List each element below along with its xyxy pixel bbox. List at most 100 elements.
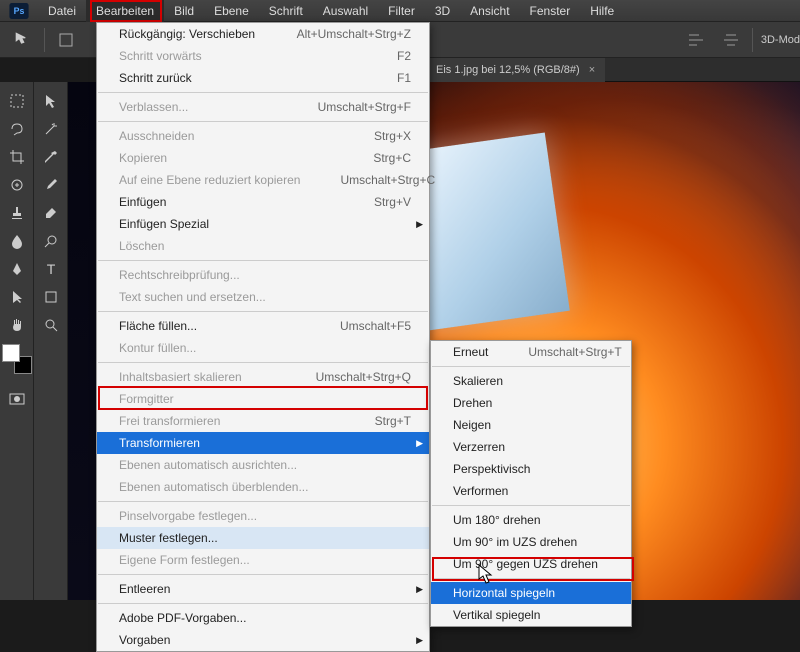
dodge-tool-icon[interactable] (37, 228, 65, 254)
menu-auswahl[interactable]: Auswahl (313, 0, 378, 22)
submenu-arrow-icon: ▶ (416, 580, 423, 598)
menu-item-label: Ebenen automatisch ausrichten... (119, 456, 297, 474)
transform-submenu: ErneutUmschalt+Strg+T Skalieren Drehen Neig… (430, 340, 632, 627)
menu-item[interactable]: Perspektivisch (431, 458, 631, 480)
menu-separator (432, 505, 630, 506)
menu-item-label: Löschen (119, 237, 164, 255)
tab-label: Eis 1.jpg bei 12,5% (RGB/8#) (436, 64, 580, 76)
svg-text:T: T (46, 261, 55, 277)
menu-item[interactable]: Horizontal spiegeln (431, 582, 631, 604)
menu-item: Ausschneiden Strg+X (97, 125, 429, 147)
eraser-tool-icon[interactable] (37, 200, 65, 226)
menu-item: Text suchen und ersetzen... (97, 286, 429, 308)
menu-item-label: Vorgaben (119, 631, 170, 649)
menu-item-label: Rückgängig: Verschieben (119, 25, 255, 43)
menu-item: Verblassen...Umschalt+Strg+F (97, 96, 429, 118)
menu-ansicht[interactable]: Ansicht (460, 0, 519, 22)
menu-hilfe[interactable]: Hilfe (580, 0, 624, 22)
divider (752, 28, 753, 52)
type-tool-icon[interactable]: T (37, 256, 65, 282)
stamp-tool-icon[interactable] (3, 200, 31, 226)
menu-item[interactable]: Einfügen Spezial▶ (97, 213, 429, 235)
shape-tool-icon[interactable] (37, 284, 65, 310)
wand-tool-icon[interactable] (37, 116, 65, 142)
menu-item[interactable]: Neigen (431, 414, 631, 436)
menu-item[interactable]: Muster festlegen... (97, 527, 429, 549)
menu-item[interactable]: EinfügenStrg+V (97, 191, 429, 213)
menu-shortcut: Strg+C (333, 149, 411, 167)
menu-shortcut: F1 (357, 69, 411, 87)
menu-item-label: Fläche füllen... (119, 317, 197, 335)
menu-item[interactable]: Transformieren▶ (97, 432, 429, 454)
menu-item-label: Ausschneiden (119, 127, 194, 145)
menu-item-label: Eigene Form festlegen... (119, 551, 250, 569)
lasso-tool-icon[interactable] (3, 116, 31, 142)
app-logo: Ps (6, 0, 32, 22)
menu-item[interactable]: Vorgaben ▶ (97, 629, 429, 651)
menu-bild[interactable]: Bild (164, 0, 204, 22)
menu-item[interactable]: Verformen (431, 480, 631, 502)
menu-datei[interactable]: Datei (38, 0, 86, 22)
hand-tool-icon[interactable] (3, 312, 31, 338)
menu-schrift[interactable]: Schrift (259, 0, 313, 22)
submenu-arrow-icon: ▶ (416, 631, 423, 649)
menu-separator (98, 603, 428, 604)
menu-item: Ebenen automatisch überblenden... (97, 476, 429, 498)
mode-label: 3D-Mod (761, 34, 800, 46)
menu-item[interactable]: ErneutUmschalt+Strg+T (431, 341, 631, 363)
checkbox-icon[interactable] (53, 27, 79, 53)
blur-tool-icon[interactable] (3, 228, 31, 254)
menu-item[interactable]: Verzerren (431, 436, 631, 458)
healing-brush-icon[interactable] (3, 172, 31, 198)
menu-item[interactable]: Um 90° im UZS drehen (431, 531, 631, 553)
menu-item-label: Um 90° im UZS drehen (453, 533, 577, 551)
menu-item[interactable]: Skalieren (431, 370, 631, 392)
quickmask-icon[interactable] (3, 386, 31, 412)
menu-item: Löschen (97, 235, 429, 257)
document-tabs: Eis 1.jpg bei 12,5% (RGB/8#) × (420, 58, 800, 82)
menu-shortcut: Strg+X (334, 127, 411, 145)
menu-item: Frei transformierenStrg+T (97, 410, 429, 432)
menu-item[interactable]: Entleeren▶ (97, 578, 429, 600)
submenu-arrow-icon: ▶ (416, 434, 423, 452)
brush-tool-icon[interactable] (37, 172, 65, 198)
menu-item[interactable]: Adobe PDF-Vorgaben... (97, 607, 429, 629)
menu-separator (432, 578, 630, 579)
menu-item[interactable]: Vertikal spiegeln (431, 604, 631, 626)
marquee-tool-icon[interactable] (3, 88, 31, 114)
zoom-tool-icon[interactable] (37, 312, 65, 338)
menu-separator (432, 366, 630, 367)
menu-item[interactable]: Rückgängig: VerschiebenAlt+Umschalt+Strg… (97, 23, 429, 45)
color-swatch[interactable] (2, 344, 32, 374)
path-select-icon[interactable] (3, 284, 31, 310)
menu-item-label: Adobe PDF-Vorgaben... (119, 609, 246, 627)
menu-separator (98, 121, 428, 122)
close-icon[interactable]: × (589, 64, 595, 76)
menu-filter[interactable]: Filter (378, 0, 425, 22)
menu-item[interactable]: Schritt zurückF1 (97, 67, 429, 89)
menu-fenster[interactable]: Fenster (520, 0, 581, 22)
menu-shortcut: Umschalt+Strg+C (300, 171, 435, 189)
menu-item[interactable]: Drehen (431, 392, 631, 414)
menu-item[interactable]: Um 90° gegen UZS drehen (431, 553, 631, 575)
menu-item-label: Einfügen Spezial (119, 215, 209, 233)
menu-item[interactable]: Um 180° drehen (431, 509, 631, 531)
eyedropper-icon[interactable] (37, 144, 65, 170)
move-tool-icon[interactable] (10, 27, 36, 53)
menu-item-label: Verformen (453, 482, 508, 500)
menu-ebene[interactable]: Ebene (204, 0, 259, 22)
menu-bearbeiten[interactable]: Bearbeiten (86, 0, 164, 22)
pen-tool-icon[interactable] (3, 256, 31, 282)
menu-item[interactable]: Fläche füllen...Umschalt+F5 (97, 315, 429, 337)
align-center-icon[interactable] (718, 27, 744, 53)
menu-item-label: Drehen (453, 394, 492, 412)
align-left-icon[interactable] (684, 27, 710, 53)
move-tool-icon[interactable] (37, 88, 65, 114)
menu-item-label: Perspektivisch (453, 460, 530, 478)
menu-item: Auf eine Ebene reduziert kopierenUmschal… (97, 169, 429, 191)
menu-item-label: Ebenen automatisch überblenden... (119, 478, 308, 496)
document-tab[interactable]: Eis 1.jpg bei 12,5% (RGB/8#) × (426, 58, 605, 82)
crop-tool-icon[interactable] (3, 144, 31, 170)
menu-3d[interactable]: 3D (425, 0, 460, 22)
menu-item-label: Auf eine Ebene reduziert kopieren (119, 171, 300, 189)
